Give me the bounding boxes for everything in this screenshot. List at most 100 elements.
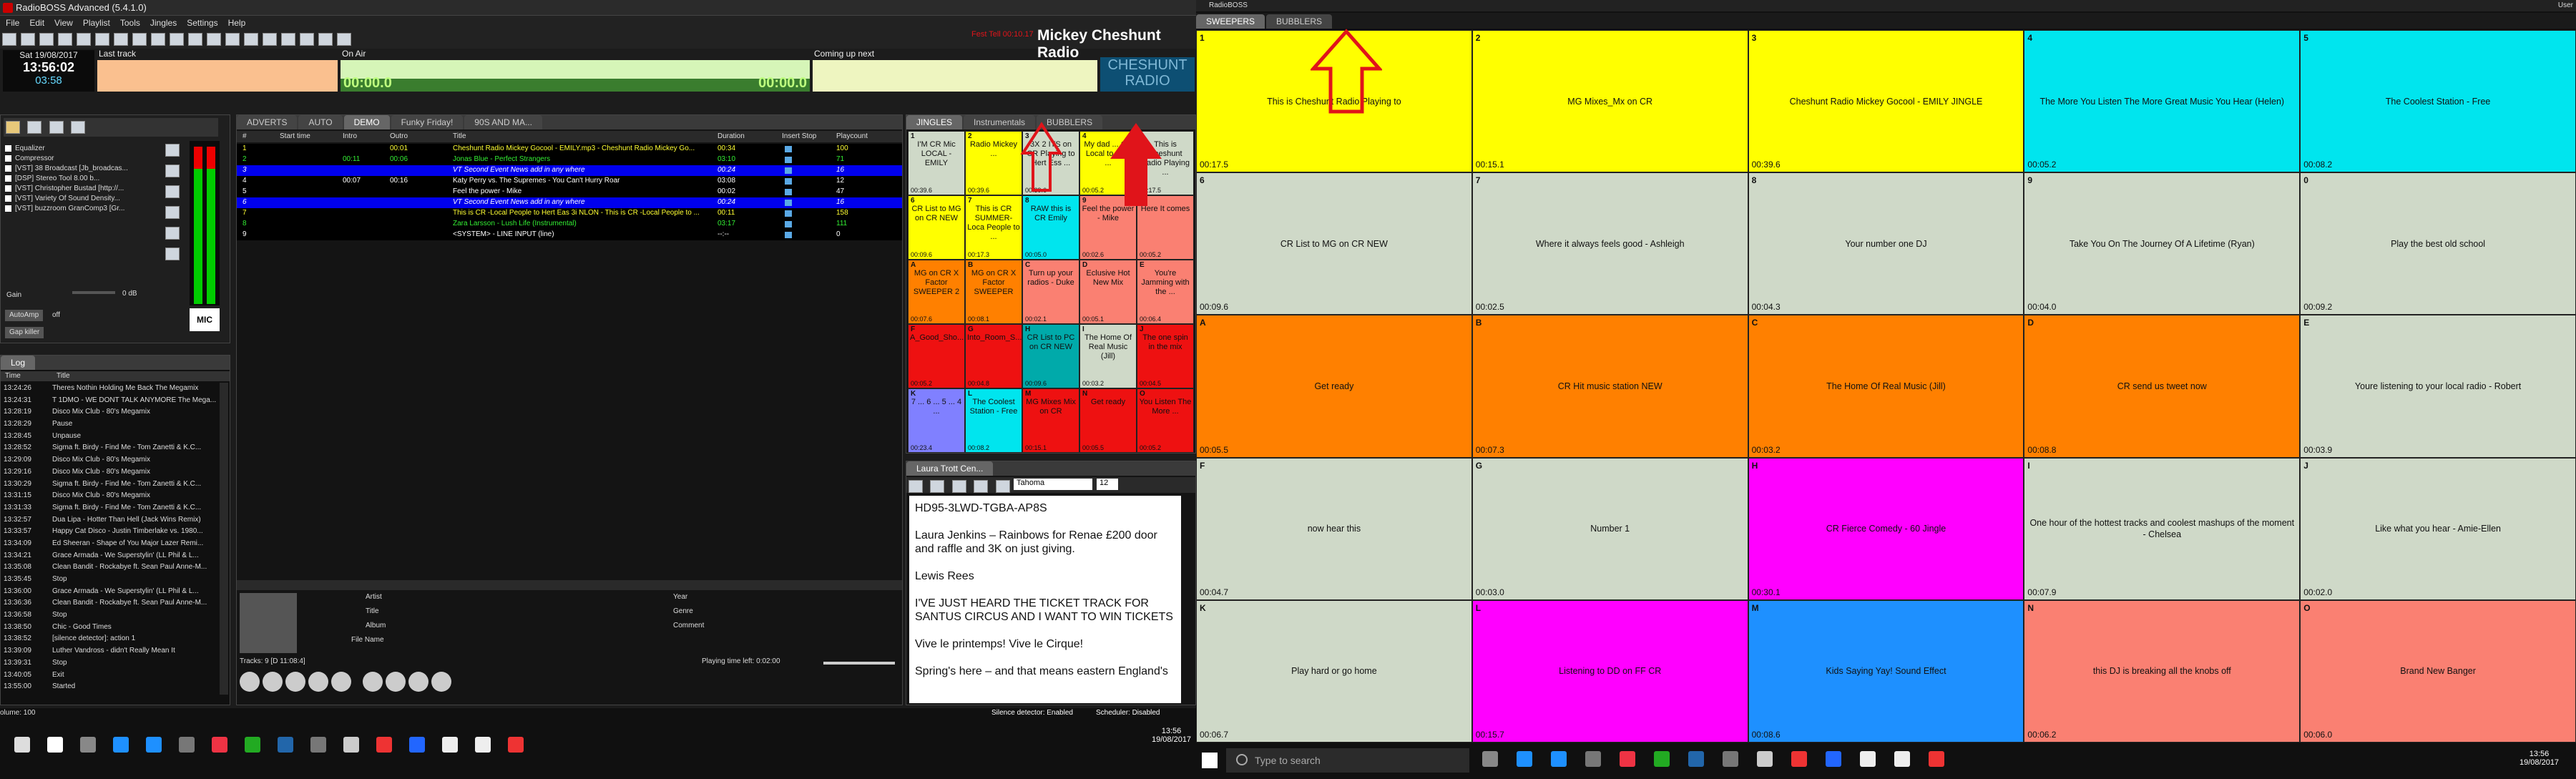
insert-stop-icon[interactable] [785, 146, 792, 152]
log-tab[interactable]: Log [1, 356, 36, 370]
sweeper-button[interactable]: 4 The More You Listen The More Great Musi… [2024, 30, 2301, 173]
undo-icon[interactable] [114, 33, 128, 46]
sweeper-button[interactable]: 2 MG Mixes_Mx on CR 00:15.1 [1471, 30, 1748, 173]
jingle-button[interactable]: K7 ... 6 ... 5 ... 4 ... 00:23.4 [908, 388, 965, 453]
redo-icon[interactable] [132, 33, 147, 46]
jingle-button[interactable]: G Into_Room_S... 00:04.8 [965, 324, 1022, 388]
effect-item[interactable]: Equalizer [5, 144, 155, 154]
playlist-row[interactable]: 3 VT Second Event News add in any where 00… [237, 165, 902, 176]
jingle-button[interactable]: F A_Good_Sho... 00:05.2 [908, 324, 965, 388]
word-icon[interactable] [278, 737, 293, 753]
taskview-icon[interactable] [80, 737, 96, 753]
italic-icon[interactable] [974, 480, 989, 493]
repeat-icon[interactable] [408, 672, 428, 692]
bold-icon[interactable] [951, 480, 966, 493]
insert-stop-icon[interactable] [785, 232, 792, 238]
jingles-tab[interactable]: JINGLES [906, 115, 963, 129]
play-icon[interactable] [244, 33, 258, 46]
sweeper-button[interactable]: Nthis DJ is breaking all the knobs off 00… [2024, 599, 2301, 743]
sweeper-button[interactable]: H CR Fierce Comedy - 60 Jingle 00:30.1 [1748, 457, 2024, 600]
photos-icon[interactable] [1894, 751, 1910, 767]
find-icon[interactable] [151, 33, 165, 46]
menu-jingles[interactable]: Jingles [150, 18, 177, 28]
jingle-button[interactable]: H CR List to PC on CR NEW 00:09.6 [1022, 324, 1079, 388]
next-icon[interactable] [285, 672, 305, 692]
menu-file[interactable]: File [6, 18, 19, 28]
jingle-button[interactable]: O You Listen The More ... 00:05.2 [1137, 388, 1194, 453]
excel-icon[interactable] [1654, 751, 1670, 767]
loop-icon[interactable] [363, 672, 383, 692]
list-icon[interactable] [170, 33, 184, 46]
sweeper-button[interactable]: 0 Play the best old school 00:09.2 [2300, 172, 2576, 315]
folder-icon[interactable] [6, 121, 20, 134]
playlist-row[interactable]: 8 Zara Larsson - Lush Life (Instrumental)… [237, 219, 902, 230]
playlist-row[interactable]: 2 00:11 00:06 Jonas Blue - Perfect Stranger… [237, 155, 902, 165]
clock-icon[interactable] [343, 737, 359, 753]
playlist-tab[interactable]: 90S AND MA... [464, 115, 542, 129]
sweeper-button[interactable]: E Youre listening to your local radio - R… [2300, 315, 2576, 458]
grid-icon[interactable] [188, 33, 202, 46]
effect-item[interactable]: [VST] Christopher Bustad [http://... [5, 184, 155, 194]
size-select[interactable]: 12 [1097, 479, 1118, 490]
gap-killer-button[interactable]: Gap killer [5, 327, 44, 338]
playlist-col-header[interactable]: Title [453, 131, 466, 142]
open-icon[interactable] [21, 33, 35, 46]
jingle-button[interactable]: A MG on CR X Factor SWEEPER 2 00:07.6 [908, 260, 965, 324]
ie-icon[interactable] [1551, 751, 1567, 767]
clock-icon[interactable] [1757, 751, 1773, 767]
playlist-tab[interactable]: AUTO [298, 115, 343, 129]
jingle-button[interactable]: 2 Radio Mickey ... 00:39.6 [965, 131, 1022, 195]
paste-icon[interactable] [95, 33, 109, 46]
table-icon[interactable] [207, 33, 221, 46]
effect-checkbox[interactable] [5, 195, 11, 202]
jingle-button[interactable]: 7 This is CR SUMMER-Loca People to ... 00:… [965, 195, 1022, 260]
menu-tools[interactable]: Tools [120, 18, 140, 28]
refresh-icon[interactable] [318, 33, 333, 46]
sweeper-button[interactable]: 8 Your number one DJ 00:04.3 [1748, 172, 2024, 315]
insert-stop-icon[interactable] [785, 221, 792, 227]
autoamp-button[interactable]: AutoAmp [5, 310, 44, 321]
mail-icon[interactable] [1860, 751, 1876, 767]
sweeper-button[interactable]: L Listening to DD on FF CR 00:15.7 [1471, 599, 1748, 743]
playlist-col-header[interactable]: Start time [280, 131, 310, 142]
edge-icon[interactable] [1517, 751, 1532, 767]
taskview-icon[interactable] [1482, 751, 1498, 767]
effect-item[interactable]: [DSP] Stereo Tool 8.00 b... [5, 174, 155, 184]
open-icon[interactable] [909, 480, 923, 493]
jingle-button[interactable]: L The Coolest Station - Free 00:08.2 [965, 388, 1022, 453]
sweeper-button[interactable]: 9 Take You On The Journey Of A Lifetime (… [2024, 172, 2301, 315]
sweeper-button[interactable]: 3 Cheshunt Radio Mickey Gocool - EMILY JI… [1748, 30, 2024, 173]
jingle-button[interactable]: 8 RAW this is CR Emily 00:05.0 [1022, 195, 1079, 260]
playlist-col-header[interactable]: # [243, 131, 247, 142]
playlist-row[interactable]: 4 00:07 00:16 Katy Perry vs. The Supremes -… [237, 176, 902, 187]
word-icon[interactable] [1688, 751, 1704, 767]
add-icon[interactable] [165, 165, 180, 177]
pause-icon[interactable] [308, 672, 328, 692]
playlist-row[interactable]: 6 VT Second Event News add in any where 00… [237, 197, 902, 208]
font-select[interactable]: Tahoma [1014, 479, 1092, 490]
gain-slider[interactable] [72, 291, 115, 294]
sweeper-button[interactable]: 7 Where it always feels good - Ashleigh 00… [1471, 172, 1748, 315]
save-icon[interactable] [930, 480, 945, 493]
underline-icon[interactable] [995, 480, 1010, 493]
effect-checkbox[interactable] [5, 165, 11, 172]
stop-icon[interactable] [331, 672, 351, 692]
insert-stop-icon[interactable] [785, 157, 792, 163]
photos-icon[interactable] [475, 737, 491, 753]
sweeper-button[interactable]: B CR Hit music station NEW 00:07.3 [1471, 315, 1748, 458]
ie-icon[interactable] [146, 737, 162, 753]
jingle-button[interactable]: N Get ready 00:05.5 [1079, 388, 1137, 453]
effect-item[interactable]: [VST] buzzroom GranComp3 [Gr... [5, 204, 155, 214]
effect-checkbox[interactable] [5, 175, 11, 182]
search-icon[interactable] [27, 121, 42, 134]
sweeper-button[interactable]: M Kids Saying Yay! Sound Effect 00:08.6 [1748, 599, 2024, 743]
playlist-hscroll[interactable] [237, 580, 902, 590]
jingle-button[interactable]: C Turn up your radios - Duke 00:02.1 [1022, 260, 1079, 324]
radioboss-icon[interactable] [1791, 751, 1807, 767]
start-icon[interactable] [1202, 753, 1218, 768]
effect-item[interactable]: [VST] Variety Of Sound Density... [5, 194, 155, 204]
playlist-row[interactable]: 7 This is CR -Local People to Hert Eas 3i… [237, 208, 902, 219]
help-icon[interactable] [337, 33, 351, 46]
insert-stop-icon[interactable] [785, 178, 792, 185]
mic-button[interactable]: MIC [190, 308, 220, 331]
